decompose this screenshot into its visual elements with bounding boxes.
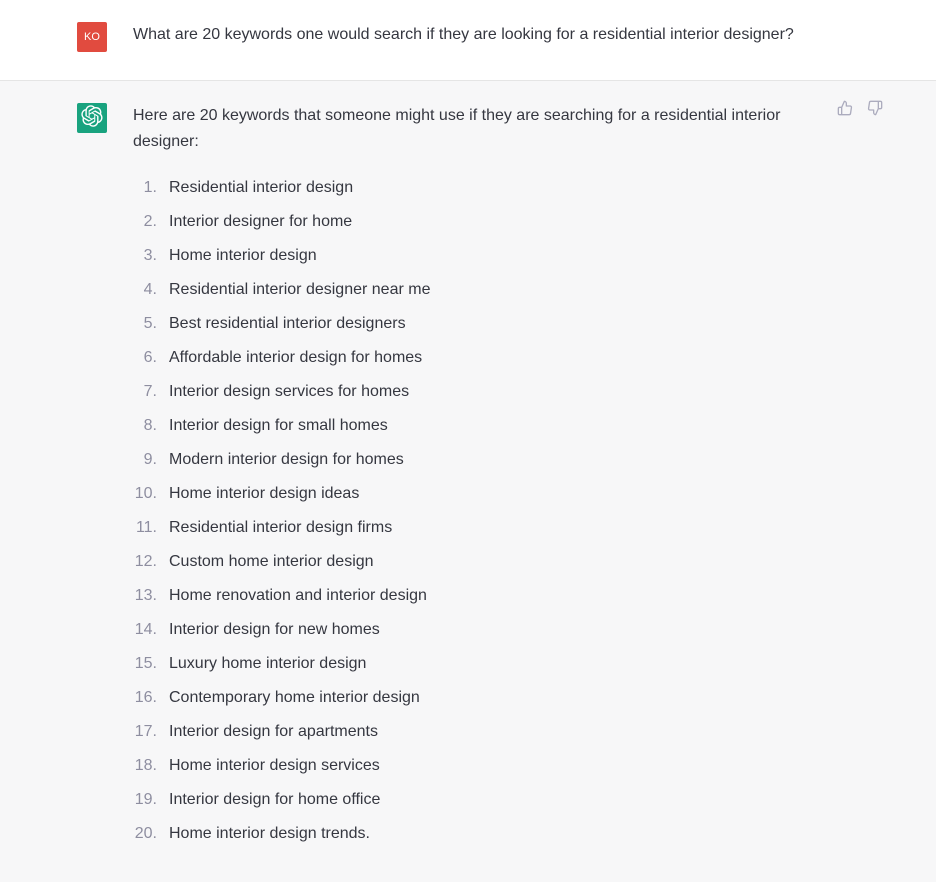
list-number: 16. [133,684,157,712]
list-number: 4. [133,276,157,304]
list-item-text: Best residential interior designers [169,310,406,338]
user-avatar: KO [77,22,107,52]
list-item: 6. Affordable interior design for homes [133,344,859,372]
list-item-text: Interior design for small homes [169,412,388,440]
list-item-text: Interior designer for home [169,208,352,236]
openai-logo-icon [81,105,103,132]
assistant-content: Here are 20 keywords that someone might … [133,101,859,854]
list-item: 17. Interior design for apartments [133,718,859,746]
user-message-text: What are 20 keywords one would search if… [133,20,859,48]
list-item: 4. Residential interior designer near me [133,276,859,304]
list-number: 11. [133,514,157,542]
list-number: 17. [133,718,157,746]
list-number: 18. [133,752,157,780]
list-item-text: Home interior design trends. [169,820,370,848]
list-item: 3. Home interior design [133,242,859,270]
thumbs-up-icon [837,100,853,121]
list-item-text: Residential interior design firms [169,514,392,542]
list-number: 10. [133,480,157,508]
list-item: 10. Home interior design ideas [133,480,859,508]
user-message: KO What are 20 keywords one would search… [0,0,936,80]
list-item-text: Contemporary home interior design [169,684,420,712]
list-number: 13. [133,582,157,610]
list-item-text: Home renovation and interior design [169,582,427,610]
list-item-text: Interior design for new homes [169,616,380,644]
list-number: 15. [133,650,157,678]
list-item-text: Home interior design services [169,752,380,780]
thumbs-up-button[interactable] [836,101,854,119]
list-number: 1. [133,174,157,202]
list-item: 9. Modern interior design for homes [133,446,859,474]
list-item-text: Custom home interior design [169,548,374,576]
list-item: 14. Interior design for new homes [133,616,859,644]
list-number: 14. [133,616,157,644]
list-item: 16. Contemporary home interior design [133,684,859,712]
list-item-text: Residential interior design [169,174,353,202]
list-item: 5. Best residential interior designers [133,310,859,338]
assistant-avatar [77,103,107,133]
list-item-text: Interior design for apartments [169,718,378,746]
list-number: 20. [133,820,157,848]
list-item: 20. Home interior design trends. [133,820,859,848]
feedback-controls [836,101,884,119]
list-item: 11. Residential interior design firms [133,514,859,542]
list-number: 9. [133,446,157,474]
list-number: 6. [133,344,157,372]
list-item: 8. Interior design for small homes [133,412,859,440]
keyword-list: 1. Residential interior design 2. Interior … [133,174,859,848]
list-item: 13. Home renovation and interior design [133,582,859,610]
list-item: 19. Interior design for home office [133,786,859,814]
list-item-text: Home interior design ideas [169,480,359,508]
list-number: 3. [133,242,157,270]
list-number: 7. [133,378,157,406]
list-number: 12. [133,548,157,576]
user-avatar-initials: KO [84,31,100,43]
list-number: 19. [133,786,157,814]
list-item-text: Luxury home interior design [169,650,366,678]
thumbs-down-button[interactable] [866,101,884,119]
assistant-message: Here are 20 keywords that someone might … [0,80,936,882]
list-item-text: Interior design for home office [169,786,380,814]
list-item-text: Interior design services for homes [169,378,409,406]
assistant-intro-text: Here are 20 keywords that someone might … [133,103,823,154]
list-number: 8. [133,412,157,440]
list-item: 15. Luxury home interior design [133,650,859,678]
list-item: 1. Residential interior design [133,174,859,202]
list-item: 18. Home interior design services [133,752,859,780]
list-item-text: Affordable interior design for homes [169,344,422,372]
list-item: 2. Interior designer for home [133,208,859,236]
list-item: 12. Custom home interior design [133,548,859,576]
thumbs-down-icon [867,100,883,121]
list-item-text: Modern interior design for homes [169,446,404,474]
list-number: 5. [133,310,157,338]
list-item-text: Home interior design [169,242,317,270]
list-number: 2. [133,208,157,236]
list-item: 7. Interior design services for homes [133,378,859,406]
list-item-text: Residential interior designer near me [169,276,430,304]
